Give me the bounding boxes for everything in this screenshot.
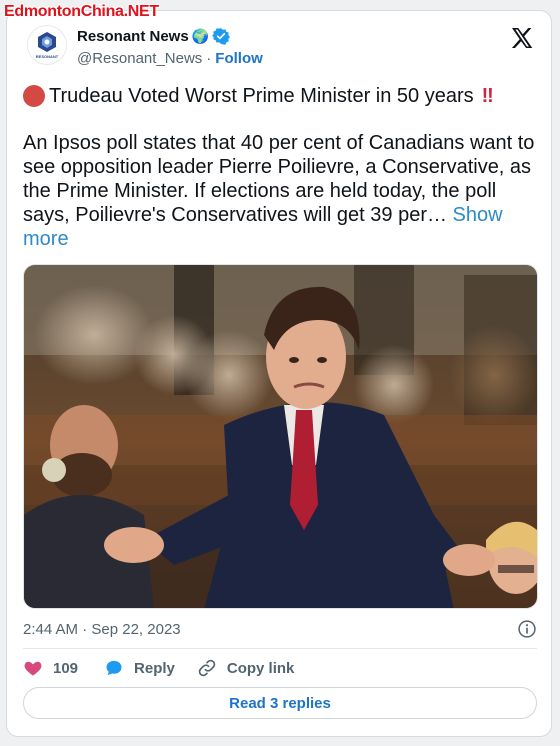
tweet-title-text: Trudeau Voted Worst Prime Minister in 50… bbox=[49, 85, 474, 107]
globe-emoji-icon: 🌍 bbox=[191, 27, 210, 44]
separator: · bbox=[82, 620, 88, 638]
info-icon[interactable] bbox=[517, 619, 537, 639]
double-exclamation-icon: ‼ bbox=[481, 85, 494, 107]
likes-count: 109 bbox=[53, 659, 79, 677]
copy-link-button[interactable]: Copy link bbox=[197, 658, 295, 678]
embedded-tweet-card: RESONANT Resonant News 🌍 @Resonant_News ·… bbox=[6, 10, 552, 737]
author-display-name[interactable]: Resonant News bbox=[77, 28, 189, 45]
tweet-timestamp[interactable]: 2:44 AM · Sep 22, 2023 bbox=[23, 621, 181, 638]
author-handle-row: @Resonant_News · Follow bbox=[77, 50, 263, 67]
tweet-photo[interactable] bbox=[23, 264, 538, 609]
tweet-body: An Ipsos poll states that 40 per cent of… bbox=[23, 131, 545, 251]
red-circle-icon bbox=[23, 85, 45, 107]
link-icon bbox=[198, 659, 216, 677]
tweet-actions: 109 Reply Copy link bbox=[23, 658, 294, 678]
photo-parliament-scene bbox=[24, 265, 537, 608]
x-logo-icon[interactable] bbox=[510, 26, 534, 50]
read-replies-button[interactable]: Read 3 replies bbox=[23, 687, 537, 719]
tweet-time: 2:44 AM bbox=[23, 620, 79, 638]
resonant-logo-icon bbox=[38, 32, 56, 52]
like-button[interactable]: 109 bbox=[23, 658, 78, 678]
heart-icon bbox=[24, 661, 42, 676]
tweet-title: Trudeau Voted Worst Prime Minister in 50… bbox=[23, 83, 543, 109]
copy-link-label: Copy link bbox=[226, 659, 295, 677]
avatar-text: RESONANT bbox=[35, 54, 59, 59]
reply-label: Reply bbox=[134, 659, 175, 677]
tweet-date: Sep 22, 2023 bbox=[91, 620, 181, 638]
verified-badge-icon bbox=[212, 28, 231, 45]
tweet-meta: 2:44 AM · Sep 22, 2023 bbox=[23, 619, 537, 639]
avatar[interactable]: RESONANT bbox=[27, 25, 67, 65]
reply-bubble-icon bbox=[106, 660, 122, 676]
site-watermark: EdmontonChina.NET bbox=[4, 3, 159, 20]
reply-button[interactable]: Reply bbox=[104, 658, 175, 678]
separator: · bbox=[206, 50, 212, 67]
author-handle[interactable]: @Resonant_News bbox=[77, 50, 202, 67]
divider bbox=[23, 648, 537, 649]
author-name-row: Resonant News 🌍 bbox=[77, 27, 231, 45]
follow-button[interactable]: Follow bbox=[215, 50, 263, 67]
